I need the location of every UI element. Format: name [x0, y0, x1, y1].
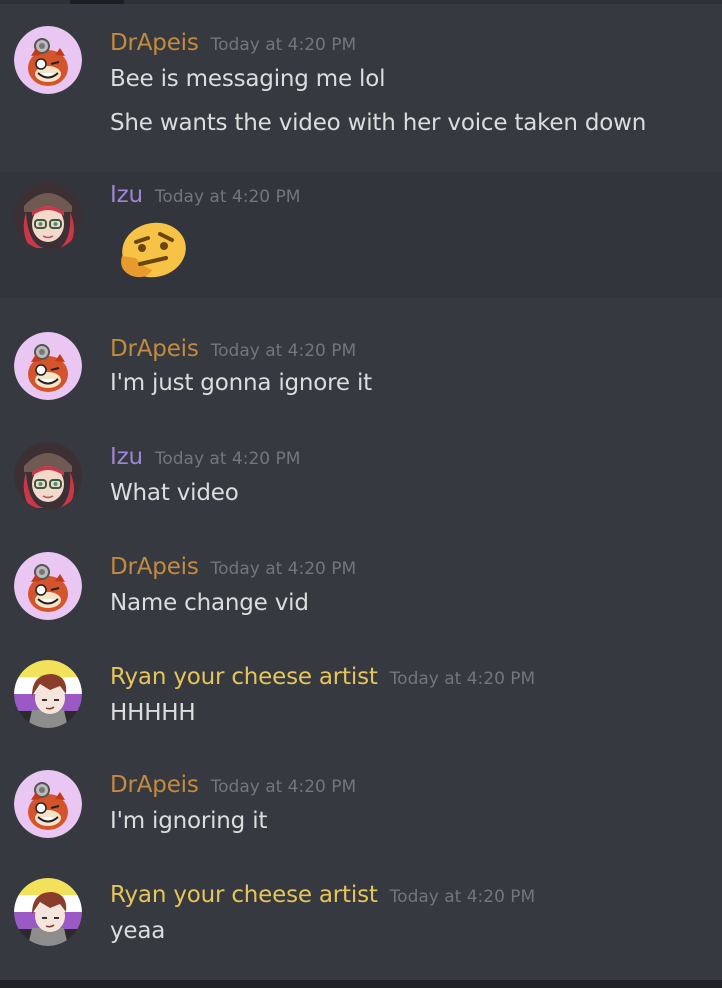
username[interactable]: Izu	[110, 182, 143, 208]
avatar-drapeis[interactable]	[14, 552, 82, 620]
message: Izu Today at 4:20 PM What video	[0, 410, 722, 520]
message: Ryan your cheese artist Today at 4:20 PM …	[0, 848, 722, 980]
timestamp: Today at 4:20 PM	[154, 187, 301, 207]
timestamp: Today at 4:20 PM	[154, 449, 301, 469]
avatar-drapeis[interactable]	[14, 332, 82, 400]
timestamp: Today at 4:20 PM	[389, 887, 536, 907]
username[interactable]: DrApeis	[110, 554, 199, 580]
message-text: Bee is messaging me lol	[110, 66, 386, 92]
message: DrApeis Today at 4:20 PM I'm just gonna i…	[0, 298, 722, 410]
message: DrApeis Today at 4:20 PM Name change vid	[0, 520, 722, 630]
message: Ryan your cheese artist Today at 4:20 PM …	[0, 630, 722, 738]
message: DrApeis Today at 4:20 PM I'm ignoring it	[0, 738, 722, 848]
username[interactable]: DrApeis	[110, 336, 199, 362]
message: Izu Today at 4:20 PM	[0, 172, 722, 298]
avatar-drapeis[interactable]	[14, 26, 82, 94]
avatar-izu[interactable]	[14, 182, 82, 250]
username[interactable]: DrApeis	[110, 30, 199, 56]
timestamp: Today at 4:20 PM	[210, 341, 357, 361]
avatar-ryan[interactable]	[14, 878, 82, 946]
message-text: I'm ignoring it	[110, 808, 268, 834]
username[interactable]: Ryan your cheese artist	[110, 882, 378, 908]
timestamp: Today at 4:20 PM	[210, 777, 357, 797]
message-text: I'm just gonna ignore it	[110, 370, 372, 396]
username[interactable]: DrApeis	[110, 772, 199, 798]
message-text: HHHHH	[110, 700, 196, 726]
message-text: She wants the video with her voice taken…	[110, 110, 647, 136]
timestamp: Today at 4:20 PM	[210, 559, 357, 579]
timestamp: Today at 4:20 PM	[389, 669, 536, 689]
message-text: Name change vid	[110, 590, 309, 616]
avatar-ryan[interactable]	[14, 660, 82, 728]
message: DrApeis Today at 4:20 PM Bee is messaging…	[0, 4, 722, 172]
username[interactable]: Izu	[110, 444, 143, 470]
bottom-edge	[0, 980, 722, 988]
timestamp: Today at 4:20 PM	[210, 35, 357, 55]
avatar-drapeis[interactable]	[14, 770, 82, 838]
avatar-izu[interactable]	[14, 442, 82, 510]
message-text: yeaa	[110, 918, 166, 944]
message-text: What video	[110, 480, 239, 506]
thinking-emoji	[112, 220, 192, 282]
username[interactable]: Ryan your cheese artist	[110, 664, 378, 690]
